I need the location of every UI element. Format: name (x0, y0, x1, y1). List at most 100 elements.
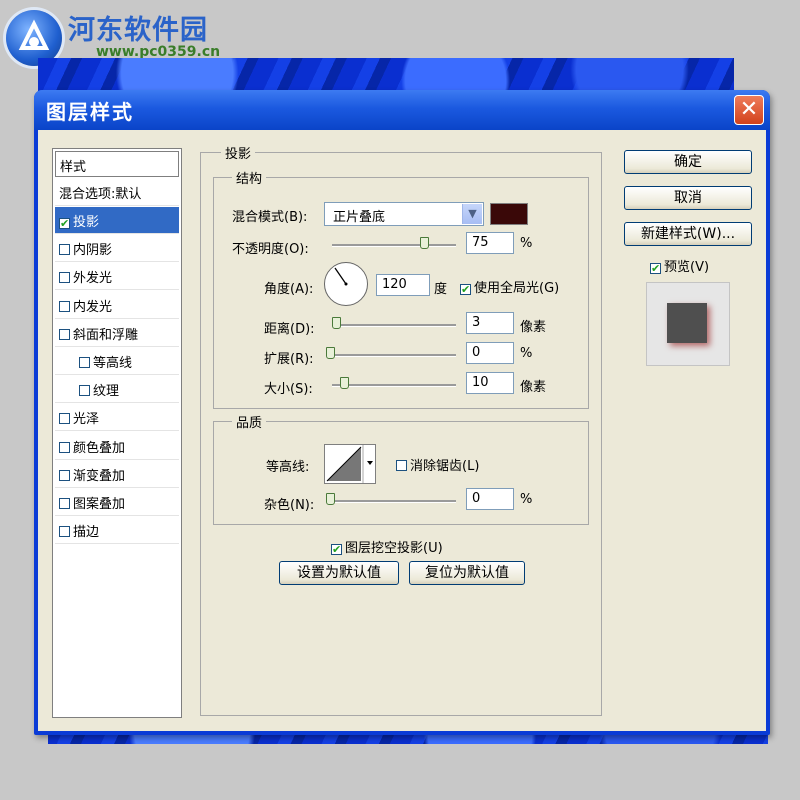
size-input[interactable]: 10 (466, 372, 514, 394)
checkbox-icon[interactable] (59, 526, 70, 538)
spread-input[interactable]: 0 (466, 342, 514, 364)
quality-group: 品质 等高线: 消除锯齿(L) 杂色(N): 0 % (213, 412, 589, 525)
styles-list-header[interactable]: 样式 (55, 151, 179, 177)
style-item-label: 颜色叠加 (73, 440, 126, 456)
checkbox-icon[interactable] (59, 441, 70, 453)
spread-slider-track[interactable] (326, 354, 456, 357)
angle-unit: 度 (434, 282, 448, 297)
style-item-label: 渐变叠加 (73, 468, 126, 484)
contour-picker[interactable] (324, 444, 376, 484)
close-button[interactable]: ✕ (734, 95, 764, 125)
dialog-client: 样式 混合选项:默认 ✔ 投影 内阴影 外发光 内发光 斜面和浮雕 等高线 纹理 光泽 颜色叠加渐… (38, 130, 766, 731)
styles-list: 样式 混合选项:默认 ✔ 投影内阴影外发光内发光斜面和浮雕等高线纹理光泽颜色叠加渐… (52, 148, 182, 718)
angle-label: 角度(A): (264, 282, 314, 297)
blend-mode-label: 混合模式(B): (232, 210, 308, 225)
style-item[interactable]: 颜色叠加 (55, 433, 179, 460)
style-item[interactable]: 斜面和浮雕 (55, 320, 179, 347)
preview-thumbnail (646, 282, 730, 366)
style-item-label: 投影 (73, 215, 100, 230)
checkbox-icon[interactable] (59, 328, 70, 340)
spread-slider-thumb[interactable] (326, 347, 335, 359)
style-item[interactable]: 纹理 (55, 376, 179, 404)
contour-label: 等高线: (266, 460, 310, 475)
distance-input[interactable]: 3 (466, 312, 514, 334)
checkbox-icon[interactable] (59, 498, 70, 509)
structure-group: 结构 混合模式(B): 正片叠底 ▼ 不透明度(O): 75 % 角度(A): … (213, 168, 589, 409)
noise-slider-track[interactable] (326, 500, 456, 503)
style-item[interactable]: 外发光 (55, 263, 179, 291)
style-item[interactable]: 等高线 (55, 348, 179, 375)
noise-slider-thumb[interactable] (326, 493, 335, 505)
size-slider-track[interactable] (332, 384, 456, 387)
size-unit: 像素 (520, 380, 547, 395)
opacity-slider-track[interactable] (332, 244, 456, 247)
preview-checkbox[interactable]: ✔ 预览(V) (650, 256, 709, 275)
angle-dial[interactable] (324, 262, 368, 306)
ok-button[interactable]: 确定 (624, 150, 752, 174)
checkbox-icon[interactable] (59, 413, 70, 425)
style-item[interactable]: 内发光 (55, 292, 179, 319)
checkbox-icon[interactable] (59, 300, 70, 312)
distance-slider-track[interactable] (332, 324, 456, 327)
anti-alias-check-icon (396, 460, 407, 471)
drop-shadow-panel: 投影 结构 混合模式(B): 正片叠底 ▼ 不透明度(O): 75 % 角度(A… (200, 143, 602, 716)
spread-label: 扩展(R): (264, 352, 314, 367)
blend-mode-value: 正片叠底 (333, 210, 386, 225)
style-item[interactable]: 光泽 (55, 404, 179, 432)
checkbox-icon[interactable] (59, 244, 70, 256)
preview-shape (667, 303, 707, 343)
knockout-label: 图层挖空投影(U) (345, 541, 443, 556)
noise-unit: % (520, 492, 533, 507)
size-slider-thumb[interactable] (340, 377, 349, 389)
checkbox-icon[interactable] (79, 385, 90, 397)
anti-alias-checkbox[interactable]: 消除锯齿(L) (396, 455, 479, 474)
chevron-down-icon: ▼ (462, 204, 482, 224)
new-style-button[interactable]: 新建样式(W)... (624, 222, 752, 246)
reset-default-button[interactable]: 复位为默认值 (409, 561, 525, 585)
noise-label: 杂色(N): (264, 498, 315, 513)
layer-style-dialog: 图层样式 ✕ 样式 混合选项:默认 ✔ 投影 内阴影 外发光 内发光 斜面和浮雕 等高线 纹理… (34, 90, 770, 735)
noise-input[interactable]: 0 (466, 488, 514, 510)
style-item-label: 纹理 (93, 384, 120, 400)
checkbox-icon[interactable] (79, 357, 90, 368)
opacity-unit: % (520, 236, 533, 251)
shadow-color-swatch[interactable] (490, 203, 528, 225)
opacity-input[interactable]: 75 (466, 232, 514, 254)
distance-label: 距离(D): (264, 322, 315, 337)
style-item[interactable]: 图案叠加 (55, 489, 179, 516)
opacity-label: 不透明度(O): (232, 242, 309, 257)
make-default-button[interactable]: 设置为默认值 (279, 561, 399, 585)
anti-alias-label: 消除锯齿(L) (410, 459, 480, 474)
section-title: 投影 (221, 143, 256, 162)
angle-input[interactable]: 120 (376, 274, 430, 296)
size-label: 大小(S): (264, 382, 313, 397)
style-item-label: 内阴影 (73, 243, 113, 259)
distance-slider-thumb[interactable] (332, 317, 341, 329)
checkbox-icon[interactable] (59, 469, 70, 481)
global-light-checkbox[interactable]: ✔ 使用全局光(G) (460, 277, 559, 296)
global-light-check-icon: ✔ (460, 283, 471, 296)
chevron-down-icon (367, 461, 373, 465)
knockout-check-icon: ✔ (331, 543, 342, 556)
cancel-button[interactable]: 取消 (624, 186, 752, 210)
style-item[interactable]: 内阴影 (55, 235, 179, 263)
dialog-titlebar[interactable]: 图层样式 ✕ (34, 90, 770, 130)
style-item-label: 光泽 (73, 412, 100, 428)
distance-unit: 像素 (520, 320, 547, 335)
blend-options-item[interactable]: 混合选项:默认 (55, 179, 179, 206)
checkbox-icon[interactable]: ✔ (59, 218, 70, 229)
style-item-label: 斜面和浮雕 (73, 327, 139, 343)
watermark-title: 河东软件园 (68, 15, 208, 46)
blend-mode-select[interactable]: 正片叠底 ▼ (324, 202, 484, 226)
style-item-label: 外发光 (73, 271, 113, 287)
style-item[interactable]: 描边 (55, 517, 179, 545)
quality-legend: 品质 (232, 412, 267, 431)
global-light-label: 使用全局光(G) (474, 281, 560, 296)
knockout-checkbox[interactable]: ✔ 图层挖空投影(U) (331, 537, 443, 556)
structure-legend: 结构 (232, 168, 267, 187)
checkbox-icon[interactable] (59, 272, 70, 284)
style-item[interactable]: ✔ 投影 (55, 207, 179, 234)
opacity-slider-thumb[interactable] (420, 237, 429, 249)
style-item[interactable]: 渐变叠加 (55, 461, 179, 488)
style-item-label: 图案叠加 (73, 497, 126, 512)
